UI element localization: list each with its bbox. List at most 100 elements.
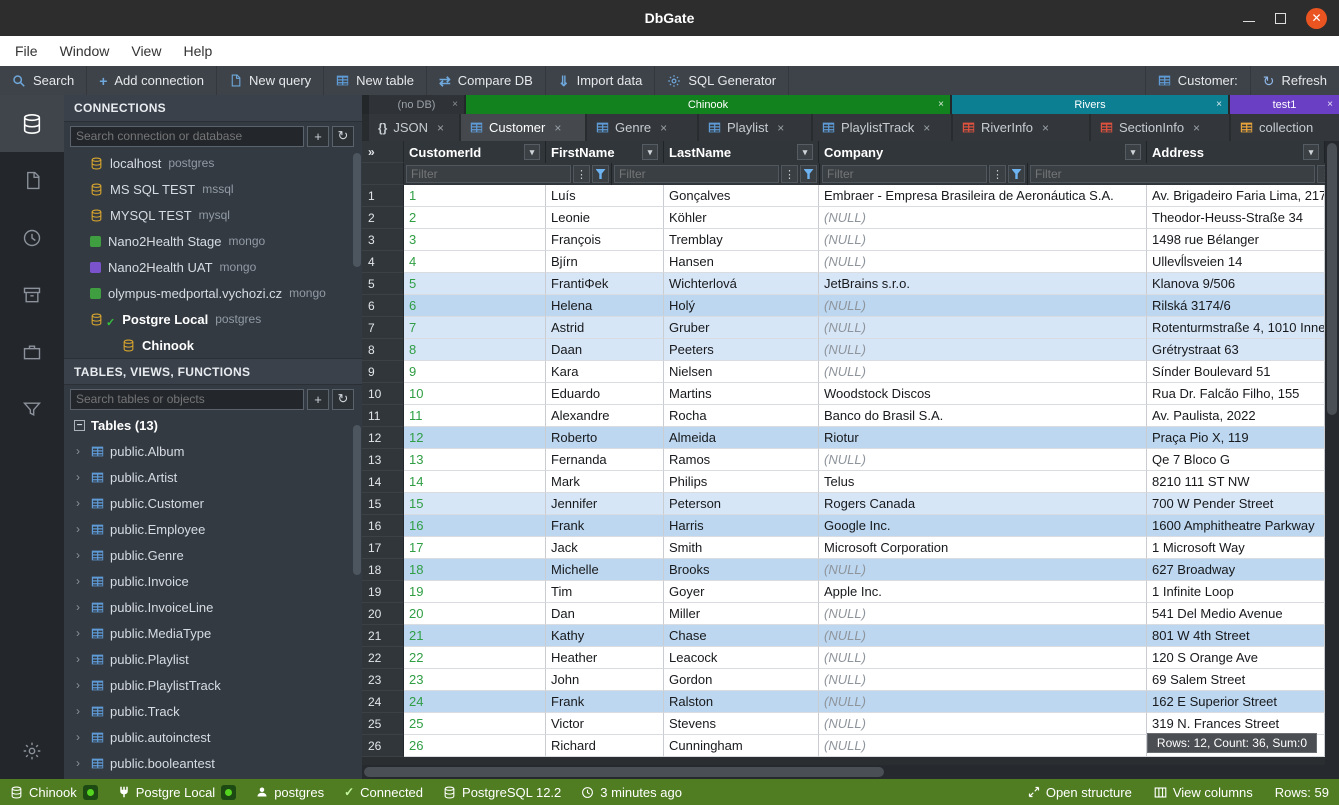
toolbar-button-search[interactable]: Search xyxy=(0,66,87,95)
row-number[interactable]: 17 xyxy=(362,537,404,559)
tab-sectioninfo[interactable]: SectionInfo× xyxy=(1091,114,1229,141)
cell-lastname[interactable]: Philips xyxy=(664,471,819,493)
cell-firstname[interactable]: François xyxy=(546,229,664,251)
chevron-right-icon[interactable]: › xyxy=(76,600,85,614)
connection-mysql-test[interactable]: MYSQL TESTmysql xyxy=(64,202,362,228)
filter-input-lastname[interactable] xyxy=(822,165,987,183)
cell-lastname[interactable]: Stevens xyxy=(664,713,819,735)
cell-customerid[interactable]: 16 xyxy=(404,515,546,537)
table-row[interactable]: 2222HeatherLeacock(NULL)120 S Orange Ave xyxy=(362,647,1325,669)
table-row[interactable]: 1313FernandaRamos(NULL)Qe 7 Bloco G xyxy=(362,449,1325,471)
cell-address[interactable]: 69 Salem Street xyxy=(1147,669,1325,691)
cell-lastname[interactable]: Cunningham xyxy=(664,735,819,757)
cell-address[interactable]: 700 W Pender Street xyxy=(1147,493,1325,515)
cell-company[interactable]: (NULL) xyxy=(819,669,1147,691)
table-row[interactable]: 22LeonieKöhler(NULL)Theodor-Heuss-Straße… xyxy=(362,207,1325,229)
row-number[interactable]: 9 xyxy=(362,361,404,383)
iconbar-item-settings-gear-icon[interactable] xyxy=(0,722,64,779)
connection-olympus-medportal-vychozi-cz[interactable]: olympus-medportal.vychozi.czmongo xyxy=(64,280,362,306)
tab-group-close-icon[interactable]: × xyxy=(938,99,944,110)
cell-lastname[interactable]: Köhler xyxy=(664,207,819,229)
cell-firstname[interactable]: Eduardo xyxy=(546,383,664,405)
cell-address[interactable]: Sínder Boulevard 51 xyxy=(1147,361,1325,383)
cell-customerid[interactable]: 12 xyxy=(404,427,546,449)
table-row[interactable]: 2323JohnGordon(NULL)69 Salem Street xyxy=(362,669,1325,691)
tab-riverinfo[interactable]: RiverInfo× xyxy=(953,114,1089,141)
table-item-public-invoice[interactable]: ›public.Invoice xyxy=(64,568,362,594)
tab-group-chinook[interactable]: Chinook× xyxy=(466,95,950,114)
tab-customer[interactable]: Customer× xyxy=(461,114,585,141)
cell-company[interactable]: Riotur xyxy=(819,427,1147,449)
cell-lastname[interactable]: Goyer xyxy=(664,581,819,603)
chevron-right-icon[interactable]: › xyxy=(76,444,85,458)
column-header-lastname[interactable]: LastName▾ xyxy=(664,141,819,163)
menu-item-window[interactable]: Window xyxy=(49,36,121,66)
tab-close-icon[interactable]: × xyxy=(777,121,784,135)
cell-address[interactable]: 319 N. Frances Street xyxy=(1147,713,1325,735)
cell-customerid[interactable]: 13 xyxy=(404,449,546,471)
column-dropdown-icon[interactable]: ▾ xyxy=(1303,144,1319,160)
cell-firstname[interactable]: Frank xyxy=(546,691,664,713)
filter-menu-icon[interactable]: ⋮ xyxy=(573,165,590,183)
tab-group-no-db[interactable]: (no DB)× xyxy=(369,95,464,114)
table-row[interactable]: 1515JenniferPetersonRogers Canada700 W P… xyxy=(362,493,1325,515)
row-number[interactable]: 3 xyxy=(362,229,404,251)
row-number[interactable]: 5 xyxy=(362,273,404,295)
tables-add-button[interactable]: + xyxy=(307,389,329,410)
minimize-button[interactable] xyxy=(1243,12,1255,24)
cell-company[interactable]: Google Inc. xyxy=(819,515,1147,537)
cell-firstname[interactable]: Fernanda xyxy=(546,449,664,471)
chevron-right-icon[interactable]: › xyxy=(76,704,85,718)
row-number[interactable]: 19 xyxy=(362,581,404,603)
connection-ms-sql-test[interactable]: MS SQL TESTmssql xyxy=(64,176,362,202)
chevron-right-icon[interactable]: › xyxy=(76,678,85,692)
table-row[interactable]: 2121KathyChase(NULL)801 W 4th Street xyxy=(362,625,1325,647)
table-row[interactable]: 55FrantiΦekWichterlováJetBrains s.r.o.Kl… xyxy=(362,273,1325,295)
menu-item-help[interactable]: Help xyxy=(172,36,223,66)
connections-scrollbar[interactable] xyxy=(353,153,361,267)
cell-lastname[interactable]: Gonçalves xyxy=(664,185,819,207)
cell-firstname[interactable]: Daan xyxy=(546,339,664,361)
statusbar-item-rows-59[interactable]: Rows: 59 xyxy=(1275,785,1329,800)
table-row[interactable]: 66HelenaHolý(NULL)Rilská 3174/6 xyxy=(362,295,1325,317)
cell-firstname[interactable]: Dan xyxy=(546,603,664,625)
chevron-right-icon[interactable]: › xyxy=(76,496,85,510)
table-item-public-customer[interactable]: ›public.Customer xyxy=(64,490,362,516)
cell-address[interactable]: 120 S Orange Ave xyxy=(1147,647,1325,669)
cell-address[interactable]: 627 Broadway xyxy=(1147,559,1325,581)
row-number[interactable]: 13 xyxy=(362,449,404,471)
statusbar-item-chinook[interactable]: Chinook xyxy=(10,785,98,800)
tab-group-close-icon[interactable]: × xyxy=(452,99,458,110)
cell-address[interactable]: 1 Microsoft Way xyxy=(1147,537,1325,559)
column-dropdown-icon[interactable]: ▾ xyxy=(1125,144,1141,160)
cell-address[interactable]: Grétrystraat 63 xyxy=(1147,339,1325,361)
cell-customerid[interactable]: 23 xyxy=(404,669,546,691)
table-row[interactable]: 2525VictorStevens(NULL)319 N. Frances St… xyxy=(362,713,1325,735)
cell-company[interactable]: (NULL) xyxy=(819,317,1147,339)
cell-firstname[interactable]: Helena xyxy=(546,295,664,317)
cell-company[interactable]: (NULL) xyxy=(819,229,1147,251)
table-item-public-playlisttrack[interactable]: ›public.PlaylistTrack xyxy=(64,672,362,698)
tab-genre[interactable]: Genre× xyxy=(587,114,697,141)
toolbar-button-compare-db[interactable]: ⇄Compare DB xyxy=(427,66,546,95)
column-dropdown-icon[interactable]: ▾ xyxy=(642,144,658,160)
cell-customerid[interactable]: 11 xyxy=(404,405,546,427)
row-number[interactable]: 26 xyxy=(362,735,404,757)
cell-address[interactable]: Rilská 3174/6 xyxy=(1147,295,1325,317)
cell-firstname[interactable]: Richard xyxy=(546,735,664,757)
statusbar-item-postgresql-12-2[interactable]: PostgreSQL 12.2 xyxy=(443,785,561,800)
table-item-public-artist[interactable]: ›public.Artist xyxy=(64,464,362,490)
table-item-public-album[interactable]: ›public.Album xyxy=(64,438,362,464)
cell-company[interactable]: Rogers Canada xyxy=(819,493,1147,515)
cell-firstname[interactable]: Roberto xyxy=(546,427,664,449)
cell-company[interactable]: Woodstock Discos xyxy=(819,383,1147,405)
table-row[interactable]: 1212RobertoAlmeidaRioturPraça Pio X, 119 xyxy=(362,427,1325,449)
tables-search-input[interactable] xyxy=(70,389,304,410)
tab-json[interactable]: {}JSON× xyxy=(369,114,459,141)
table-row[interactable]: 44BjírnHansen(NULL)Ullevĺlsveien 14 xyxy=(362,251,1325,273)
tab-group-close-icon[interactable]: × xyxy=(1327,99,1333,110)
table-row[interactable]: 2020DanMiller(NULL)541 Del Medio Avenue xyxy=(362,603,1325,625)
cell-company[interactable]: (NULL) xyxy=(819,647,1147,669)
cell-address[interactable]: Rua Dr. Falcão Filho, 155 xyxy=(1147,383,1325,405)
cell-firstname[interactable]: John xyxy=(546,669,664,691)
